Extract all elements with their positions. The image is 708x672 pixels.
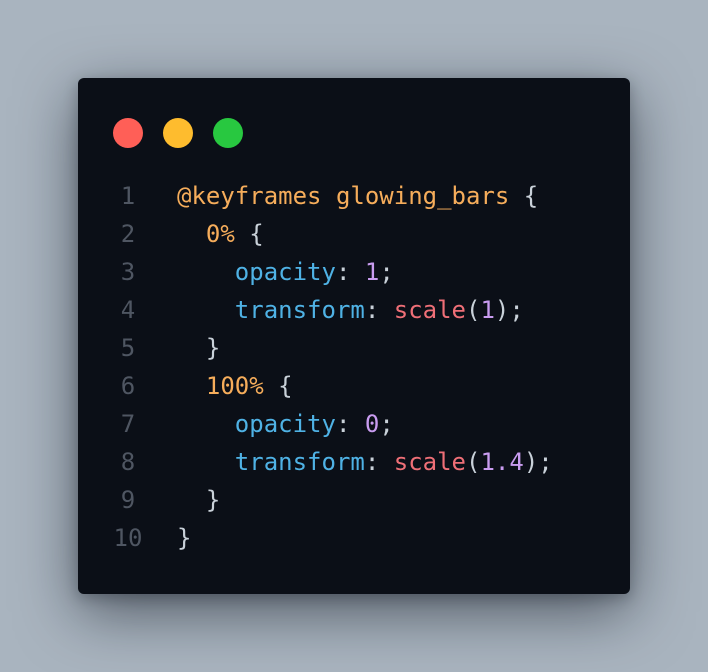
code-token: : — [364, 296, 394, 324]
code-block: 1 @keyframes glowing_bars {2 0% {3 opacit… — [78, 177, 630, 557]
line-content: opacity: 0; — [177, 405, 394, 443]
code-token: 100% — [205, 372, 264, 400]
code-line: 6 100% { — [78, 367, 630, 405]
code-token: 1 — [480, 296, 495, 324]
code-token: : — [335, 410, 365, 438]
line-number: 6 — [120, 372, 136, 400]
code-line: 7 opacity: 0; — [78, 405, 630, 443]
line-number: 8 — [120, 448, 136, 476]
code-token: ; — [379, 258, 394, 286]
maximize-dot-icon[interactable] — [213, 118, 243, 148]
code-line: 5 } — [78, 329, 630, 367]
code-token: : — [364, 448, 394, 476]
code-window: 1 @keyframes glowing_bars {2 0% {3 opacit… — [78, 78, 630, 594]
code-token: opacity — [234, 258, 336, 286]
code-line: 4 transform: scale(1); — [78, 291, 630, 329]
line-number: 4 — [120, 296, 136, 324]
code-line: 10} — [78, 519, 630, 557]
code-token: { — [509, 182, 539, 210]
line-number: 3 — [120, 258, 136, 286]
code-token: 0 — [364, 410, 380, 438]
code-token: scale — [393, 448, 466, 476]
code-token: ); — [494, 296, 524, 324]
code-token: transform — [234, 448, 365, 476]
code-token: : — [335, 258, 365, 286]
code-token: @keyframes — [177, 182, 322, 210]
line-content: transform: scale(1.4); — [177, 443, 553, 481]
code-token: } — [205, 486, 221, 514]
code-token: scale — [393, 296, 466, 324]
line-content: opacity: 1; — [177, 253, 394, 291]
code-token: ( — [466, 296, 481, 324]
line-number: 1 — [120, 182, 136, 210]
code-line: 1 @keyframes glowing_bars { — [78, 177, 630, 215]
line-content: } — [177, 329, 220, 367]
code-line: 9 } — [78, 481, 630, 519]
line-number: 7 — [120, 410, 136, 438]
code-token: { — [263, 372, 293, 400]
window-controls — [113, 118, 243, 148]
line-content: } — [177, 519, 191, 557]
code-token: } — [205, 334, 221, 362]
code-token: ); — [523, 448, 553, 476]
line-number: 5 — [120, 334, 136, 362]
code-token: glowing_bars — [335, 182, 510, 210]
line-content: 100% { — [177, 367, 293, 405]
code-token: opacity — [234, 410, 336, 438]
code-token: ( — [466, 448, 481, 476]
code-line: 3 opacity: 1; — [78, 253, 630, 291]
code-token: { — [234, 220, 264, 248]
line-content: transform: scale(1); — [177, 291, 524, 329]
line-content: 0% { — [177, 215, 264, 253]
line-content: @keyframes glowing_bars { — [177, 177, 538, 215]
code-line: 2 0% { — [78, 215, 630, 253]
code-token: transform — [234, 296, 365, 324]
line-number: 9 — [120, 486, 136, 514]
code-token: 0% — [205, 220, 235, 248]
line-number: 2 — [120, 220, 136, 248]
line-content: } — [177, 481, 220, 519]
close-dot-icon[interactable] — [113, 118, 143, 148]
code-line: 8 transform: scale(1.4); — [78, 443, 630, 481]
code-token: 1.4 — [480, 448, 524, 476]
code-token: } — [177, 524, 192, 552]
code-token: ; — [379, 410, 394, 438]
code-token: 1 — [364, 258, 380, 286]
minimize-dot-icon[interactable] — [163, 118, 193, 148]
line-number: 10 — [113, 524, 143, 552]
